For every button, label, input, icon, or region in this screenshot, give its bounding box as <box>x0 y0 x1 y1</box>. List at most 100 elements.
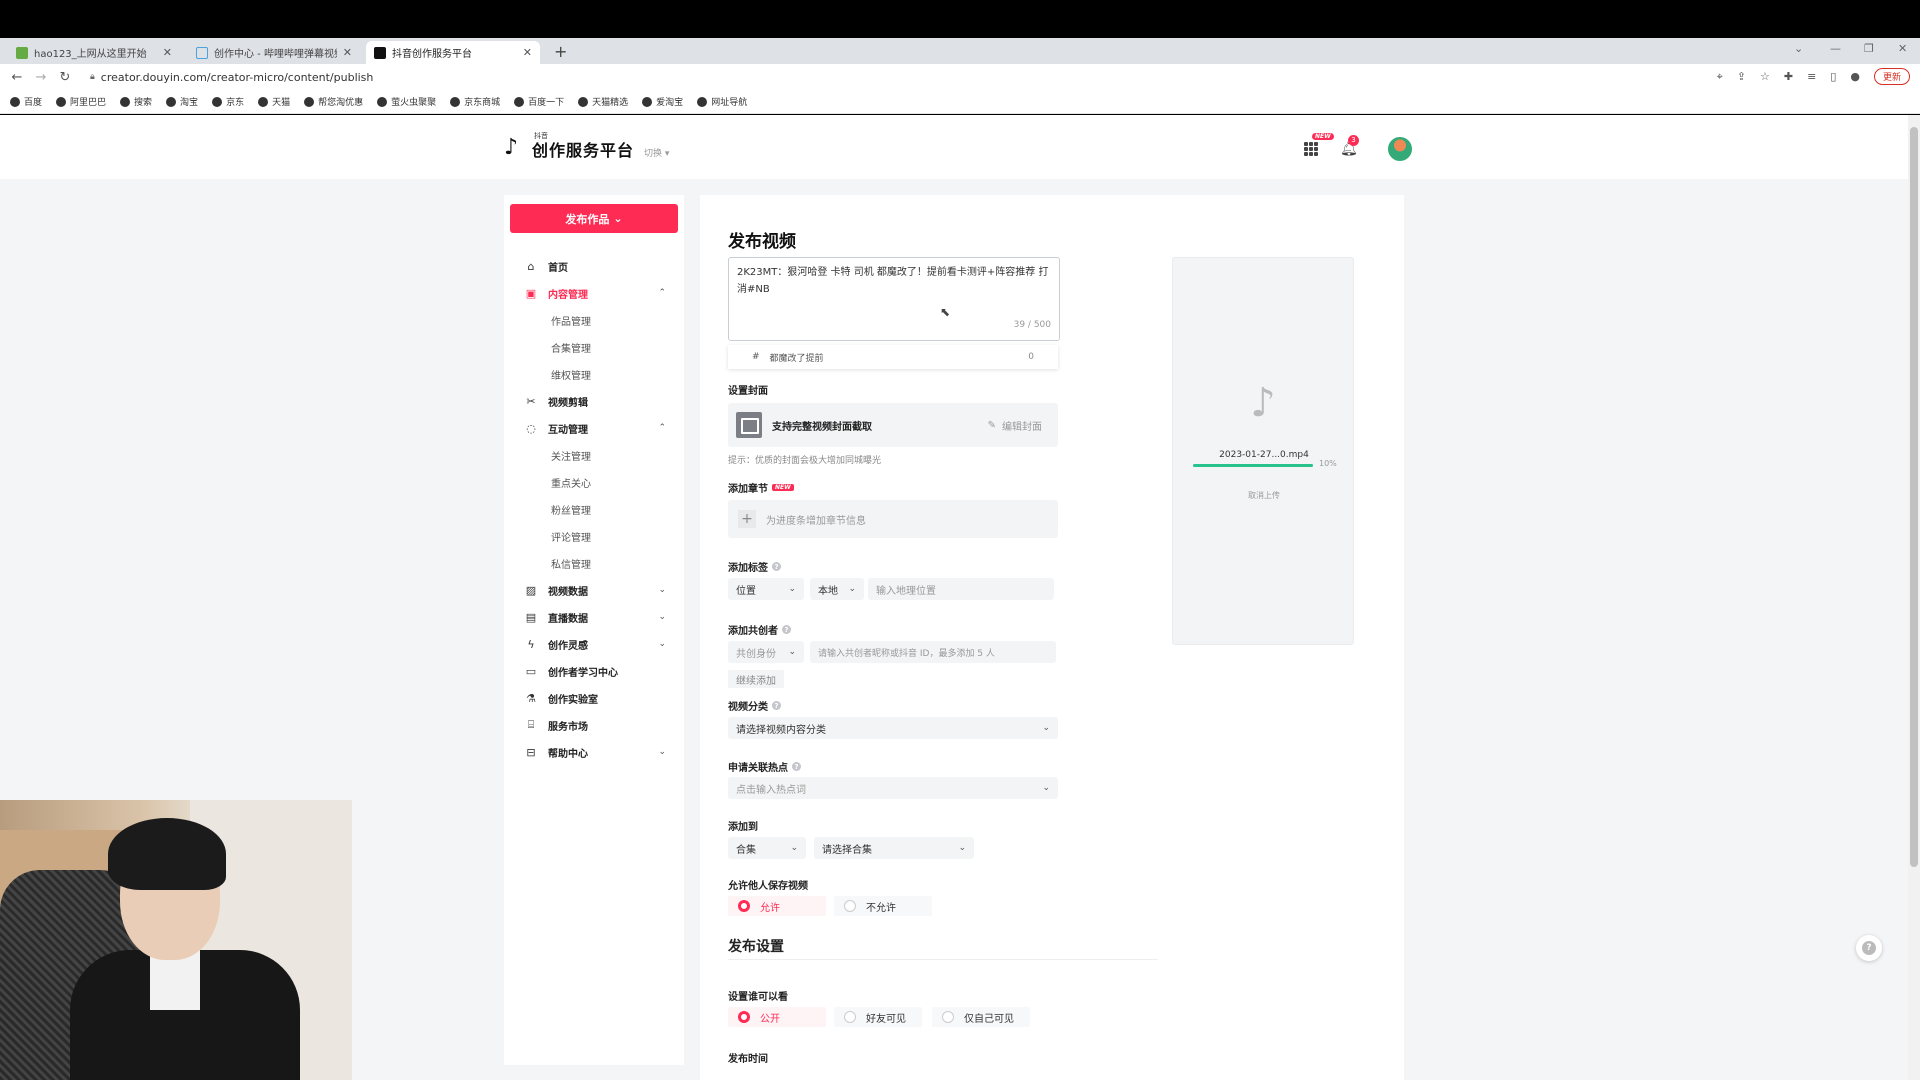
tab-title: 创作中心 - 哔哩哔哩弹幕视频网 <box>214 49 337 60</box>
help-icon[interactable]: ? <box>782 625 791 634</box>
chevron-down-icon: ⌄ <box>658 585 666 595</box>
bookmark-item[interactable]: 京东 <box>212 95 244 108</box>
sidebar-item-help[interactable]: ⊟ 帮助中心 ⌄ <box>524 742 674 762</box>
sidebar-item-home[interactable]: ⌂ 首页 <box>524 256 674 276</box>
lightning-icon: ϟ <box>527 637 535 651</box>
help-float-button[interactable]: ? <box>1856 935 1882 961</box>
sidebar-sub-fans[interactable]: 粉丝管理 <box>551 499 591 519</box>
minimize-icon[interactable]: — <box>1830 42 1841 55</box>
close-icon[interactable]: ✕ <box>523 46 532 59</box>
help-icon[interactable]: ? <box>792 762 801 771</box>
bookmark-label: 萤火虫聚聚 <box>391 98 437 108</box>
description-textarea[interactable]: 2K23MT：狠河哈登 卡特 司机 都魔改了！提前看卡测评+阵容推荐 打消#NB… <box>728 257 1060 341</box>
add-chapter-button[interactable]: + 为进度条增加章节信息 <box>728 500 1058 538</box>
chevron-down-icon: ⌄ <box>1042 723 1050 733</box>
share-icon[interactable]: ⇪ <box>1737 70 1746 83</box>
bookmark-item[interactable]: 百度 <box>10 95 42 108</box>
close-icon[interactable]: ✕ <box>163 46 172 59</box>
add-to-type-select[interactable]: 合集 ⌄ <box>728 837 806 859</box>
allow-save-no-radio[interactable]: 不允许 <box>834 896 932 916</box>
sidebar-item-video-data[interactable]: ▨ 视频数据 ⌄ <box>524 580 674 600</box>
browser-tab-bilibili[interactable]: 创作中心 - 哔哩哔哩弹幕视频网 ✕ <box>188 41 360 64</box>
bookmark-item[interactable]: 爱淘宝 <box>642 95 683 108</box>
back-icon[interactable]: ← <box>10 70 24 85</box>
help-icon[interactable]: ? <box>772 701 781 710</box>
help-icon[interactable]: ? <box>772 562 781 571</box>
new-tab-icon[interactable]: + <box>554 42 567 61</box>
profile-icon[interactable]: ● <box>1850 70 1860 83</box>
extensions-icon[interactable]: ✚ <box>1784 70 1793 83</box>
reading-list-icon[interactable]: ≡ <box>1807 70 1816 83</box>
address-bar[interactable]: 🔒︎ creator.douyin.com/creator-micro/cont… <box>90 67 1860 87</box>
bookmark-item[interactable]: 帮您淘优惠 <box>304 95 363 108</box>
switch-dropdown[interactable]: 切换 ▾ <box>644 146 669 159</box>
sidebar-item-editing[interactable]: ✂ 视频剪辑 <box>524 391 674 411</box>
publish-work-button[interactable]: 发布作品 ⌄ <box>510 204 678 233</box>
sidebar-sub-follow[interactable]: 关注管理 <box>551 445 591 465</box>
category-select[interactable]: 请选择视频内容分类 ⌄ <box>728 717 1058 739</box>
tag-type-select[interactable]: 位置 ⌄ <box>728 578 804 600</box>
browser-tab-hao123[interactable]: hao123_上网从这里开始 ✕ <box>8 41 180 64</box>
cover-selector[interactable]: 支持完整视频封面截取 ✎ 编辑封面 <box>728 403 1058 447</box>
forward-icon[interactable]: → <box>34 70 48 85</box>
browser-tab-douyin[interactable]: 抖音创作服务平台 ✕ <box>366 41 540 64</box>
sidebar-sub-comments[interactable]: 评论管理 <box>551 526 591 546</box>
tab-search-chevron-icon[interactable]: ⌄ <box>1794 42 1803 55</box>
bookmark-favicon-icon <box>120 96 131 107</box>
cocreator-role-select[interactable]: 共创身份 ⌄ <box>728 641 804 663</box>
close-icon[interactable]: ✕ <box>343 46 352 59</box>
bookmark-item[interactable]: 京东商城 <box>450 95 500 108</box>
cancel-upload-button[interactable]: 取消上传 <box>1173 490 1355 501</box>
allow-save-yes-radio[interactable]: 允许 <box>728 896 826 916</box>
bell-icon[interactable]: 🔔︎ 3 <box>1340 135 1359 157</box>
update-button[interactable]: 更新 <box>1873 68 1910 85</box>
sidebar-sub-rights[interactable]: 维权管理 <box>551 364 591 384</box>
sidebar-item-content[interactable]: ▣ 内容管理 ⌃ <box>524 283 674 303</box>
sidebar-sub-messages[interactable]: 私信管理 <box>551 553 591 573</box>
apps-grid-icon[interactable]: NEW <box>1304 133 1334 156</box>
bookmark-item[interactable]: 阿里巴巴 <box>56 95 106 108</box>
hotspot-select[interactable]: 点击输入热点词 ⌄ <box>728 777 1058 799</box>
bookmark-favicon-icon <box>212 96 223 107</box>
avatar[interactable] <box>1387 137 1412 161</box>
bookmark-item[interactable]: 天猫精选 <box>578 95 628 108</box>
restore-icon[interactable]: ❐ <box>1864 42 1874 55</box>
visibility-public-radio[interactable]: 公开 <box>728 1007 826 1027</box>
collection-select[interactable]: 请选择合集 ⌄ <box>814 837 974 859</box>
bookmark-item[interactable]: 天猫 <box>258 95 290 108</box>
bookmark-item[interactable]: 萤火虫聚聚 <box>377 95 436 108</box>
sidebar-item-live-data[interactable]: ▤ 直播数据 ⌄ <box>524 607 674 627</box>
sidebar-item-interaction[interactable]: ◌ 互动管理 ⌃ <box>524 418 674 438</box>
sidebar-sub-works[interactable]: 作品管理 <box>551 310 591 330</box>
bookmark-item[interactable]: 搜索 <box>120 95 152 108</box>
edit-cover-button[interactable]: ✎ 编辑封面 <box>988 418 1042 433</box>
category-label: 视频分类? <box>728 698 781 713</box>
location-icon[interactable]: ⌖ <box>1717 70 1723 84</box>
sidebar-sub-collections[interactable]: 合集管理 <box>551 337 591 357</box>
location-input[interactable]: 输入地理位置 <box>868 578 1054 600</box>
visibility-private-radio[interactable]: 仅自己可见 <box>932 1007 1030 1027</box>
chevron-down-icon: ⌄ <box>788 584 796 594</box>
bookmark-favicon-icon <box>642 96 653 107</box>
sidebar-item-inspiration[interactable]: ϟ 创作灵感 ⌄ <box>524 634 674 654</box>
scrollbar[interactable] <box>1908 115 1920 1080</box>
tag-scope-select[interactable]: 本地 ⌄ <box>810 578 864 600</box>
bookmark-item[interactable]: 淘宝 <box>166 95 198 108</box>
sidebar-sub-focus[interactable]: 重点关心 <box>551 472 591 492</box>
sidebar-item-market[interactable]: ⌸ 服务市场 <box>524 715 674 735</box>
bookmark-item[interactable]: 百度一下 <box>514 95 564 108</box>
bookmark-item[interactable]: 网址导航 <box>697 95 747 108</box>
topic-suggestion[interactable]: # 都魔改了提前 0 <box>728 345 1058 369</box>
add-more-cocreator-button[interactable]: 继续添加 <box>728 670 784 688</box>
window-close-icon[interactable]: ✕ <box>1898 42 1907 55</box>
reload-icon[interactable]: ↻ <box>58 70 72 85</box>
bookmark-star-icon[interactable]: ☆ <box>1760 70 1770 83</box>
sidepanel-icon[interactable]: ▯ <box>1830 70 1836 83</box>
site-logo[interactable]: ♪ 抖音 创作服务平台 切换 ▾ <box>504 132 669 161</box>
cocreator-input[interactable]: 请输入共创者昵称或抖音 ID，最多添加 5 人 <box>810 641 1056 663</box>
topic-count: 0 <box>1028 352 1034 362</box>
sidebar-item-learning[interactable]: ▭ 创作者学习中心 <box>524 661 674 681</box>
sidebar-item-lab[interactable]: ⚗ 创作实验室 <box>524 688 674 708</box>
visibility-friends-radio[interactable]: 好友可见 <box>834 1007 922 1027</box>
new-badge: NEW <box>1312 133 1334 140</box>
